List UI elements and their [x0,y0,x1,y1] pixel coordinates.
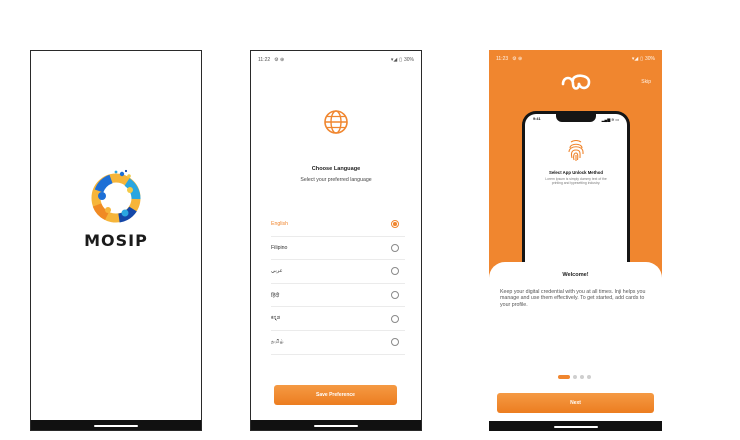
radio-button[interactable] [391,267,399,276]
next-button[interactable]: Next [497,393,654,413]
language-screen: 11:22 ⚙ ⊕ ▾◢ ▯ 30% Choose Language Selec… [250,50,422,431]
battery-level: 30% [644,56,655,62]
language-label: ಕನ್ನಡ [271,315,281,322]
globe-icon [324,110,348,134]
radio-button[interactable] [391,243,399,252]
mock-status-time: 9:41 [533,117,541,121]
language-option-filipino[interactable]: Filipino [271,237,405,261]
status-bar: 11:23 ⚙ ⊕ ▾◢ ▯ 30% [496,56,655,64]
page-dot[interactable] [573,375,577,379]
battery-level: 30% [403,57,414,63]
page-subtitle: Select your preferred language [300,177,372,183]
page-dot-active[interactable] [558,375,570,379]
home-handle[interactable] [553,426,598,428]
mosip-logo-icon [91,169,141,223]
system-nav-bar [251,420,421,430]
radio-button[interactable] [391,338,399,347]
save-preference-button[interactable]: Save Preference [274,385,397,405]
language-list: English Filipino عربي हिंदी ಕನ್ನಡ தமிழ் [271,213,405,355]
mock-title: Select App Unlock Method [548,170,604,175]
page-dot[interactable] [580,375,584,379]
status-bar: 11:22 ⚙ ⊕ ▾◢ ▯ 30% [258,57,414,65]
home-handle[interactable] [314,425,358,427]
brand-name: MOSIP [84,231,148,250]
mock-description: Lorem Ipsum is simply dummy text of the … [545,177,607,186]
phone-notch [556,114,596,122]
page-dot[interactable] [587,375,591,379]
language-option-tamil[interactable]: தமிழ் [271,331,405,355]
system-nav-bar [31,420,201,430]
language-label: Filipino [271,244,288,251]
battery-icon: ▯ [399,57,402,63]
welcome-text: Keep your digital credential with you at… [500,289,646,308]
home-handle[interactable] [94,425,138,427]
radio-button-selected[interactable] [391,220,399,229]
fingerprint-icon [568,140,584,161]
pagination-dots [558,375,591,379]
notification-icons: ⚙ ⊕ [274,57,285,63]
wifi-signal-icon: ▾◢ [631,56,639,62]
language-option-hindi[interactable]: हिंदी [271,284,405,308]
splash-screen: MOSIP [30,50,202,431]
radio-button[interactable] [391,291,399,300]
language-label: தமிழ் [271,339,284,346]
language-label: عربي [271,268,283,275]
radio-button[interactable] [391,314,399,323]
bottom-sheet: Welcome! Keep your digital credential wi… [489,262,662,431]
system-nav-bar [489,421,662,431]
onboarding-screen: 11:23 ⚙ ⊕ ▾◢ ▯ 30% Skip 9:41 ▂▄▆ ≋ ▭ Sel… [489,50,662,431]
wifi-signal-icon: ▾◢ [390,57,398,63]
mock-status-icons: ▂▄▆ ≋ ▭ [601,118,619,122]
language-option-arabic[interactable]: عربي [271,260,405,284]
language-label: English [271,221,289,228]
inji-logo-icon [561,74,590,90]
battery-icon: ▯ [640,56,643,62]
language-option-kannada[interactable]: ಕನ್ನಡ [271,307,405,331]
language-label: हिंदी [271,293,280,300]
page-title: Choose Language [311,166,361,172]
skip-button[interactable]: Skip [641,79,651,85]
status-time: 11:23 [496,56,509,62]
status-time: 11:22 [258,57,271,63]
language-option-english[interactable]: English [271,213,405,237]
notification-icons: ⚙ ⊕ [512,56,523,62]
welcome-title: Welcome! [562,272,589,278]
